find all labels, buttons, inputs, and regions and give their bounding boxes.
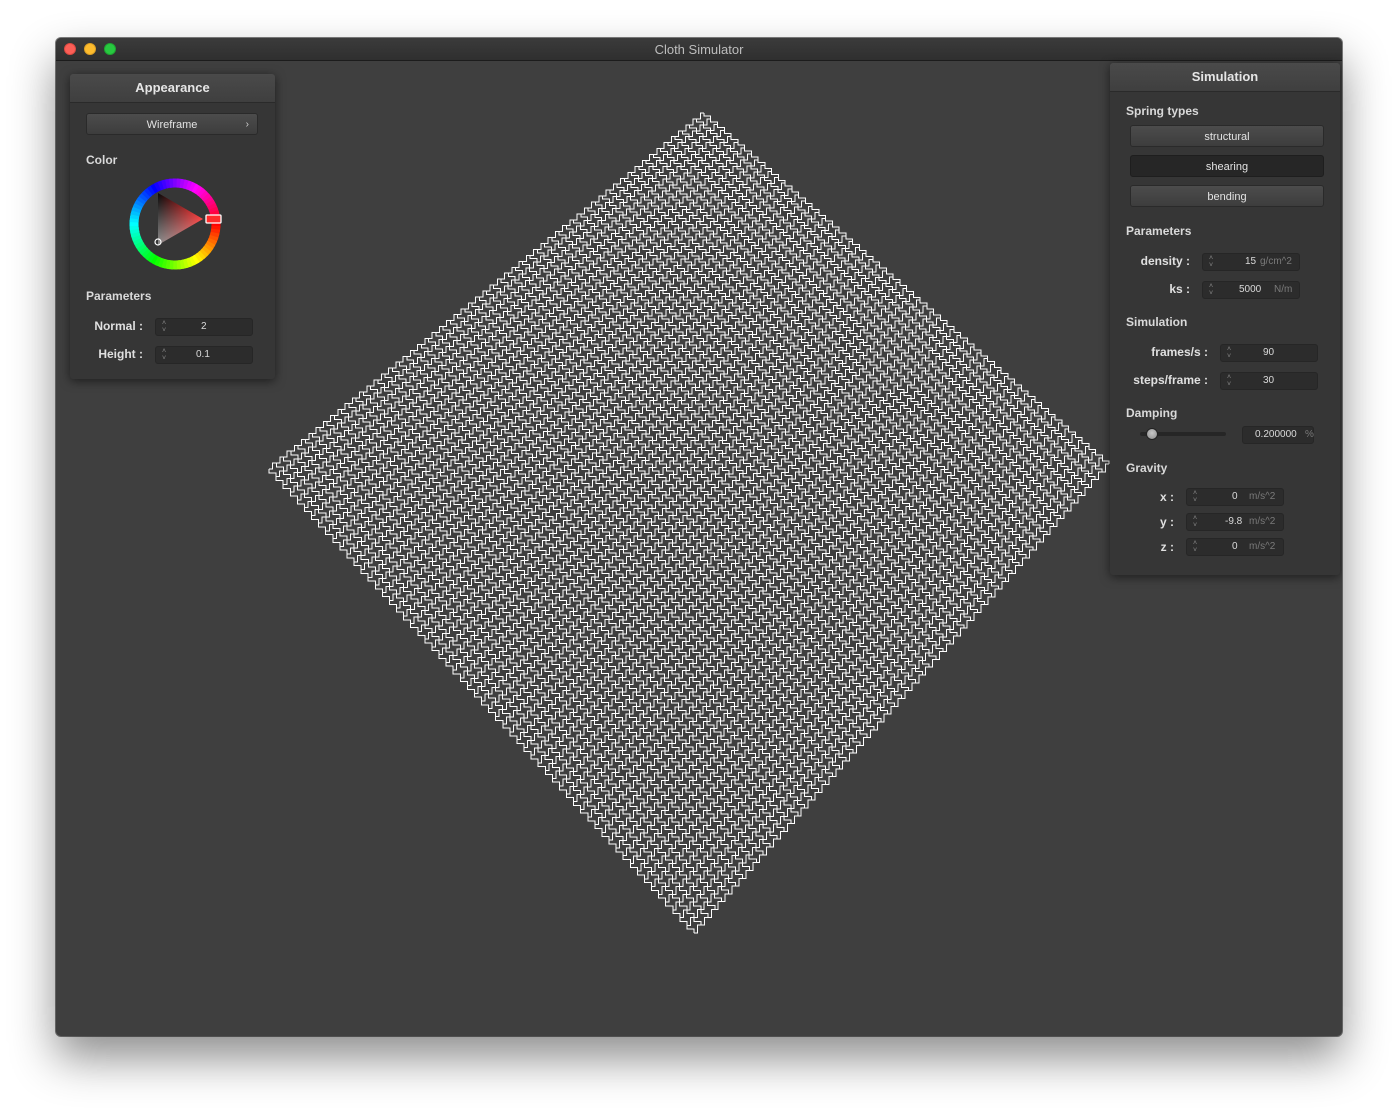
steps-label: steps/frame : xyxy=(1133,373,1208,387)
height-input[interactable]: ˄ ˅ 0.1 xyxy=(155,346,253,364)
simulation-panel-header[interactable]: Simulation xyxy=(1110,63,1340,92)
damping-value: 0.200000 xyxy=(1255,429,1297,440)
simulation-panel: Simulation Spring types structural shear… xyxy=(1110,63,1340,575)
shearing-button[interactable]: shearing xyxy=(1130,155,1324,177)
normal-label: Normal : xyxy=(94,319,143,333)
damping-unit: % xyxy=(1305,429,1314,440)
title-bar[interactable]: Cloth Simulator xyxy=(56,38,1342,61)
stepper-icon[interactable]: ˄ ˅ xyxy=(1207,283,1215,297)
damping-slider-knob[interactable] xyxy=(1145,428,1158,440)
stepper-icon[interactable]: ˄ ˅ xyxy=(1191,490,1199,504)
bending-button[interactable]: bending xyxy=(1130,185,1324,207)
simulation-section-label: Simulation xyxy=(1126,315,1188,329)
density-value: 15 xyxy=(1245,256,1257,267)
window-title: Cloth Simulator xyxy=(654,42,744,57)
color-section-label: Color xyxy=(86,153,118,167)
fps-label: frames/s : xyxy=(1151,345,1208,359)
fps-value: 90 xyxy=(1263,347,1275,358)
gravity-y-label: y : xyxy=(1159,515,1174,529)
appearance-parameters-label: Parameters xyxy=(86,289,152,303)
sim-parameters-label: Parameters xyxy=(1126,224,1192,238)
stepper-icon[interactable]: ˄ ˅ xyxy=(160,320,168,334)
stepper-icon[interactable]: ˄ ˅ xyxy=(1225,346,1233,360)
ks-input[interactable]: ˄ ˅ 5000 N/m xyxy=(1202,281,1300,299)
gravity-y-input[interactable]: ˄ ˅ -9.8 m/s^2 xyxy=(1186,513,1284,531)
structural-button[interactable]: structural xyxy=(1130,125,1324,147)
steps-value: 30 xyxy=(1263,375,1275,386)
fps-input[interactable]: ˄ ˅ 90 xyxy=(1220,344,1318,362)
stepper-icon[interactable]: ˄ ˅ xyxy=(160,348,168,362)
damping-input[interactable]: 0.200000 % xyxy=(1242,426,1314,444)
gravity-z-input[interactable]: ˄ ˅ 0 m/s^2 xyxy=(1186,538,1284,556)
steps-input[interactable]: ˄ ˅ 30 xyxy=(1220,372,1318,390)
gravity-z-value: 0 xyxy=(1232,541,1238,552)
damping-label: Damping xyxy=(1126,406,1178,420)
normal-value: 2 xyxy=(201,321,207,332)
gravity-x-value: 0 xyxy=(1232,491,1238,502)
cloth-grid-lines xyxy=(268,112,1110,934)
gravity-label: Gravity xyxy=(1126,461,1168,475)
appearance-panel-header[interactable]: Appearance xyxy=(70,74,275,103)
gravity-x-input[interactable]: ˄ ˅ 0 m/s^2 xyxy=(1186,488,1284,506)
density-unit: g/cm^2 xyxy=(1260,256,1292,267)
saturation-triangle-shade xyxy=(158,193,203,245)
gravity-z-unit: m/s^2 xyxy=(1249,541,1276,552)
hue-selector-handle[interactable] xyxy=(205,214,222,224)
density-label: density : xyxy=(1140,254,1190,268)
height-value: 0.1 xyxy=(196,349,210,360)
ks-label: ks : xyxy=(1169,282,1190,296)
gravity-y-unit: m/s^2 xyxy=(1249,516,1276,527)
ks-value: 5000 xyxy=(1239,284,1262,295)
chevron-right-icon: › xyxy=(245,119,249,130)
gravity-x-unit: m/s^2 xyxy=(1249,491,1276,502)
shader-select[interactable]: Wireframe › xyxy=(86,113,258,135)
ks-unit: N/m xyxy=(1274,284,1293,295)
gravity-y-value: -9.8 xyxy=(1225,516,1243,527)
app-window: Cloth Simulator Appearance Wireframe › C… xyxy=(56,38,1342,1036)
gravity-z-label: z : xyxy=(1160,540,1174,554)
normal-input[interactable]: ˄ ˅ 2 xyxy=(155,318,253,336)
spring-types-label: Spring types xyxy=(1126,104,1199,118)
appearance-panel: Appearance Wireframe › Color Parameters … xyxy=(70,74,275,379)
density-input[interactable]: ˄ ˅ 15 g/cm^2 xyxy=(1202,253,1300,271)
shader-select-label: Wireframe xyxy=(146,119,198,131)
height-label: Height : xyxy=(98,347,143,361)
stepper-icon[interactable]: ˄ ˅ xyxy=(1225,374,1233,388)
stepper-icon[interactable]: ˄ ˅ xyxy=(1191,540,1199,554)
stepper-icon[interactable]: ˄ ˅ xyxy=(1207,255,1215,269)
stepper-icon[interactable]: ˄ ˅ xyxy=(1191,515,1199,529)
cloth-viewport[interactable]: Appearance Wireframe › Color Parameters … xyxy=(56,61,1342,1036)
gravity-x-label: x : xyxy=(1159,490,1174,504)
color-wheel[interactable] xyxy=(125,174,225,274)
